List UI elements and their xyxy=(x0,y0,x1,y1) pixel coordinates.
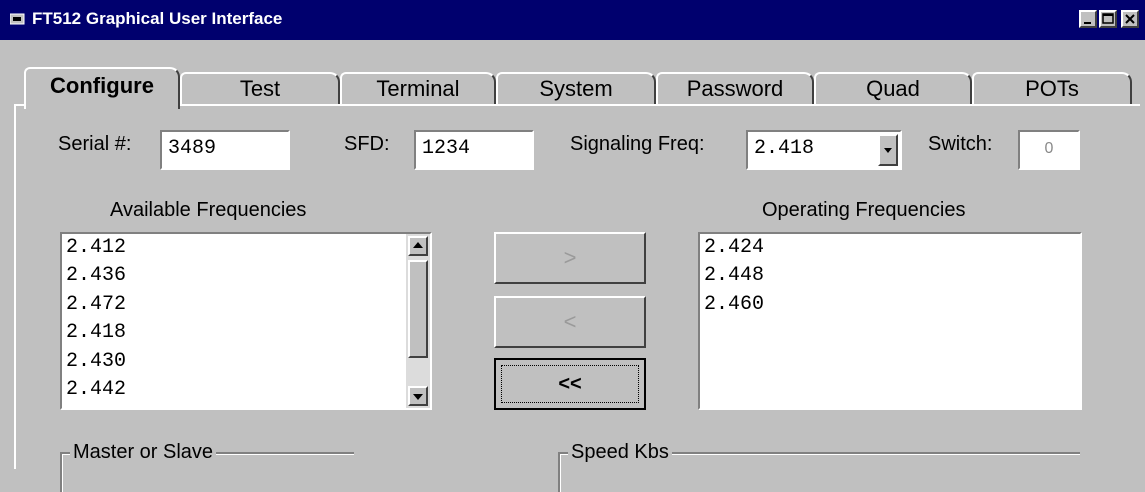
tab-terminal[interactable]: Terminal xyxy=(340,72,496,105)
serial-label: Serial #: xyxy=(58,133,132,155)
list-item[interactable]: 2.472 xyxy=(62,291,430,319)
dropdown-button[interactable] xyxy=(878,134,898,166)
tab-configure[interactable]: Configure xyxy=(24,67,180,109)
scrollbar[interactable] xyxy=(406,234,430,408)
available-frequencies-label: Available Frequencies xyxy=(110,199,307,221)
sfd-input[interactable]: 1234 xyxy=(414,130,534,170)
tab-quad[interactable]: Quad xyxy=(814,72,972,105)
list-item[interactable]: 2.436 xyxy=(62,262,430,290)
tab-system[interactable]: System xyxy=(496,72,656,105)
switch-label: Switch: xyxy=(928,133,993,155)
list-item[interactable]: 2.424 xyxy=(700,234,1080,262)
scroll-up-button[interactable] xyxy=(408,236,428,256)
master-slave-group: Master or Slave xyxy=(60,440,354,492)
serial-input[interactable]: 3489 xyxy=(160,130,290,170)
window-title: FT512 Graphical User Interface xyxy=(32,9,283,28)
add-frequency-button[interactable]: > xyxy=(494,232,646,284)
close-icon xyxy=(1125,14,1135,24)
tab-pots[interactable]: POTs xyxy=(972,72,1132,105)
operating-frequencies-list[interactable]: 2.424 2.448 2.460 xyxy=(698,232,1082,410)
available-frequencies-list[interactable]: 2.412 2.436 2.472 2.418 2.430 2.442 xyxy=(60,232,432,410)
close-button[interactable] xyxy=(1121,10,1139,28)
scroll-thumb[interactable] xyxy=(408,260,428,358)
maximize-icon xyxy=(1102,13,1114,24)
list-item[interactable]: 2.430 xyxy=(62,348,430,376)
list-item[interactable]: 2.442 xyxy=(62,376,430,404)
title-bar: FT512 Graphical User Interface xyxy=(0,0,1145,40)
signaling-freq-label: Signaling Freq: xyxy=(570,133,705,155)
remove-frequency-button[interactable]: < xyxy=(494,296,646,348)
list-item[interactable]: 2.412 xyxy=(62,234,430,262)
chevron-down-icon xyxy=(884,148,892,153)
arrow-down-icon xyxy=(413,394,423,400)
list-item[interactable]: 2.460 xyxy=(700,291,1080,319)
arrow-up-icon xyxy=(413,242,423,248)
signaling-freq-select[interactable]: 2.418 xyxy=(746,130,902,170)
tab-test[interactable]: Test xyxy=(180,72,340,105)
operating-frequencies-label: Operating Frequencies xyxy=(762,199,966,221)
minimize-button[interactable] xyxy=(1079,10,1097,28)
scroll-down-button[interactable] xyxy=(408,386,428,406)
list-items: 2.412 2.436 2.472 2.418 2.430 2.442 xyxy=(62,234,430,404)
list-item[interactable]: 2.418 xyxy=(62,319,430,347)
sfd-label: SFD: xyxy=(344,133,390,155)
master-slave-label: Master or Slave xyxy=(70,440,217,464)
focus-rect xyxy=(501,365,639,403)
signaling-freq-value: 2.418 xyxy=(754,137,815,160)
list-item[interactable]: 2.448 xyxy=(700,262,1080,290)
switch-input[interactable]: 0 xyxy=(1018,130,1080,170)
minimize-icon xyxy=(1084,22,1091,24)
maximize-button[interactable] xyxy=(1099,10,1117,28)
speed-label: Speed Kbs xyxy=(568,440,672,464)
tab-password[interactable]: Password xyxy=(656,72,814,105)
app-icon xyxy=(10,13,25,25)
remove-all-button[interactable]: << xyxy=(494,358,646,410)
speed-group: Speed Kbs xyxy=(558,440,1080,492)
